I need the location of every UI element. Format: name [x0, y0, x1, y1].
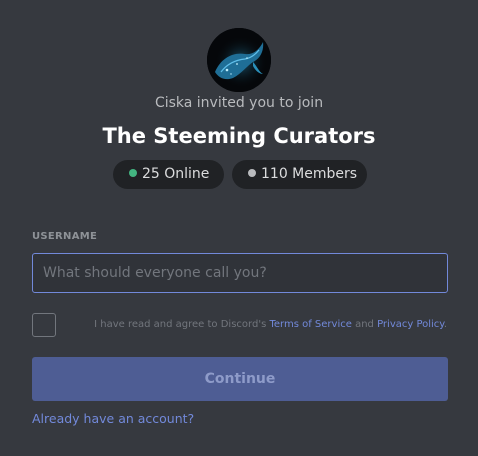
online-count-text: 25 Online	[142, 166, 210, 182]
username-input[interactable]	[32, 253, 448, 293]
terms-checkbox[interactable]	[32, 313, 56, 337]
member-count-badge: 110 Members	[232, 160, 367, 189]
agree-and-text: and	[355, 319, 374, 330]
server-avatar-icon	[207, 28, 271, 92]
terms-agreement-text: I have read and agree to Discord's Terms…	[94, 318, 447, 332]
already-have-account-link[interactable]: Already have an account?	[32, 411, 194, 427]
agree-suffix-text: .	[443, 319, 447, 330]
invite-card: Ciska invited you to join The Steeming C…	[0, 0, 478, 456]
online-count-badge: 25 Online	[113, 160, 224, 189]
privacy-policy-link[interactable]: Privacy Policy	[377, 319, 444, 330]
online-status-dot-icon	[129, 169, 137, 177]
member-count-text: 110 Members	[261, 166, 358, 182]
member-status-dot-icon	[248, 169, 256, 177]
continue-button[interactable]: Continue	[32, 357, 448, 401]
agree-prefix-text: I have read and agree to Discord's	[94, 319, 267, 330]
inviter-text: Ciska invited you to join	[154, 95, 324, 111]
server-name: The Steeming Curators	[102, 124, 376, 148]
username-label: USERNAME	[32, 231, 98, 242]
terms-of-service-link[interactable]: Terms of Service	[269, 319, 351, 330]
